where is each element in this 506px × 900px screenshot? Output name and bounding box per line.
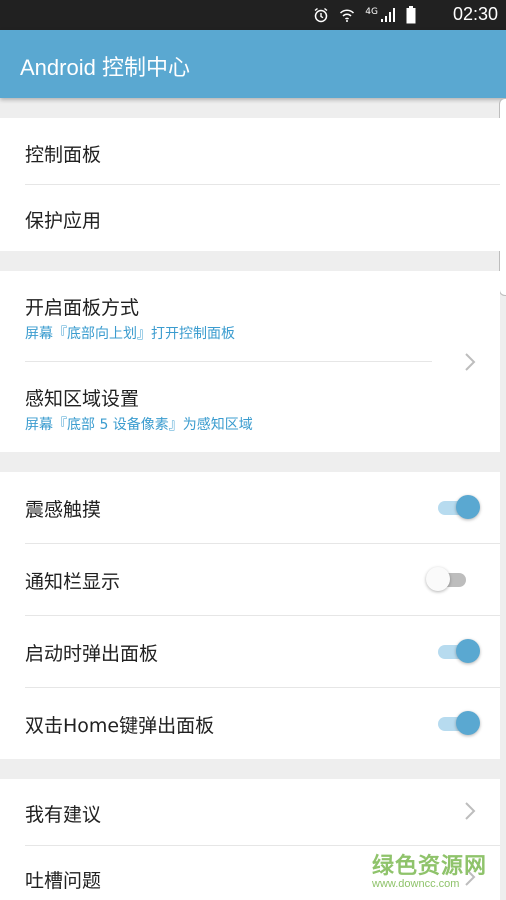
- list-item-open-method[interactable]: 开启面板方式 屏幕『底部向上划』打开控制面板: [0, 271, 500, 361]
- popup-on-start-toggle[interactable]: [436, 639, 480, 663]
- battery-icon: [406, 6, 416, 24]
- list-item-subtitle: 屏幕『底部 5 设备像素』为感知区域: [25, 417, 253, 433]
- status-icons: 4G: [313, 6, 416, 24]
- alarm-icon: [313, 7, 329, 23]
- app-bar: Android 控制中心: [0, 30, 506, 98]
- page-title: Android 控制中心: [20, 55, 190, 80]
- list-item-sensing-area[interactable]: 感知区域设置 屏幕『底部 5 设备像素』为感知区域: [0, 362, 500, 452]
- list-item-vibration-touch[interactable]: 震感触摸: [0, 472, 500, 543]
- list-item-label: 震感触摸: [25, 499, 102, 521]
- toggle-knob: [456, 639, 480, 663]
- section-panel-settings: 开启面板方式 屏幕『底部向上划』打开控制面板 感知区域设置 屏幕『底部 5 设备…: [0, 271, 500, 452]
- vibration-touch-toggle[interactable]: [436, 495, 480, 519]
- list-item-label: 感知区域设置: [25, 388, 140, 410]
- section-main: 控制面板 保护应用: [0, 118, 500, 251]
- list-item-popup-on-start[interactable]: 启动时弹出面板: [0, 616, 500, 687]
- list-item-protect-apps[interactable]: 保护应用: [0, 185, 500, 251]
- list-item-notification-display[interactable]: 通知栏显示: [0, 544, 500, 615]
- list-item-double-tap-home[interactable]: 双击Home键弹出面板: [0, 688, 500, 759]
- list-item-label: 通知栏显示: [25, 571, 121, 593]
- list-item-label: 启动时弹出面板: [25, 643, 159, 665]
- signal-icon: 4G: [365, 7, 396, 23]
- status-bar: 4G 02:30: [0, 0, 506, 30]
- wifi-icon: [339, 7, 355, 23]
- toggle-knob: [456, 495, 480, 519]
- list-item-label: 吐槽问题: [25, 870, 102, 892]
- status-time: 02:30: [452, 4, 498, 24]
- toggle-knob: [456, 711, 480, 735]
- watermark-name: 绿色资源网: [372, 854, 488, 879]
- chevron-right-icon: [461, 800, 479, 822]
- list-item-label: 双击Home键弹出面板: [25, 715, 215, 737]
- watermark: 绿色资源网 www.downcc.com: [372, 848, 487, 890]
- scroll-indicator[interactable]: [499, 98, 506, 296]
- notification-display-toggle[interactable]: [426, 567, 470, 591]
- chevron-right-icon: [461, 351, 479, 373]
- list-item-label: 控制面板: [25, 144, 102, 166]
- list-item-suggestion[interactable]: 我有建议: [0, 779, 500, 845]
- double-tap-home-toggle[interactable]: [436, 711, 480, 735]
- toggle-knob: [426, 567, 450, 591]
- list-item-label: 我有建议: [25, 804, 102, 826]
- section-toggles: 震感触摸 通知栏显示 启动时弹出面板 双击Home键弹出面板: [0, 472, 500, 759]
- list-item-label: 保护应用: [25, 210, 102, 232]
- list-item-subtitle: 屏幕『底部向上划』打开控制面板: [25, 326, 235, 342]
- list-item-label: 开启面板方式: [25, 297, 140, 319]
- network-type-label: 4G: [365, 7, 378, 17]
- list-item-control-panel[interactable]: 控制面板: [0, 118, 500, 184]
